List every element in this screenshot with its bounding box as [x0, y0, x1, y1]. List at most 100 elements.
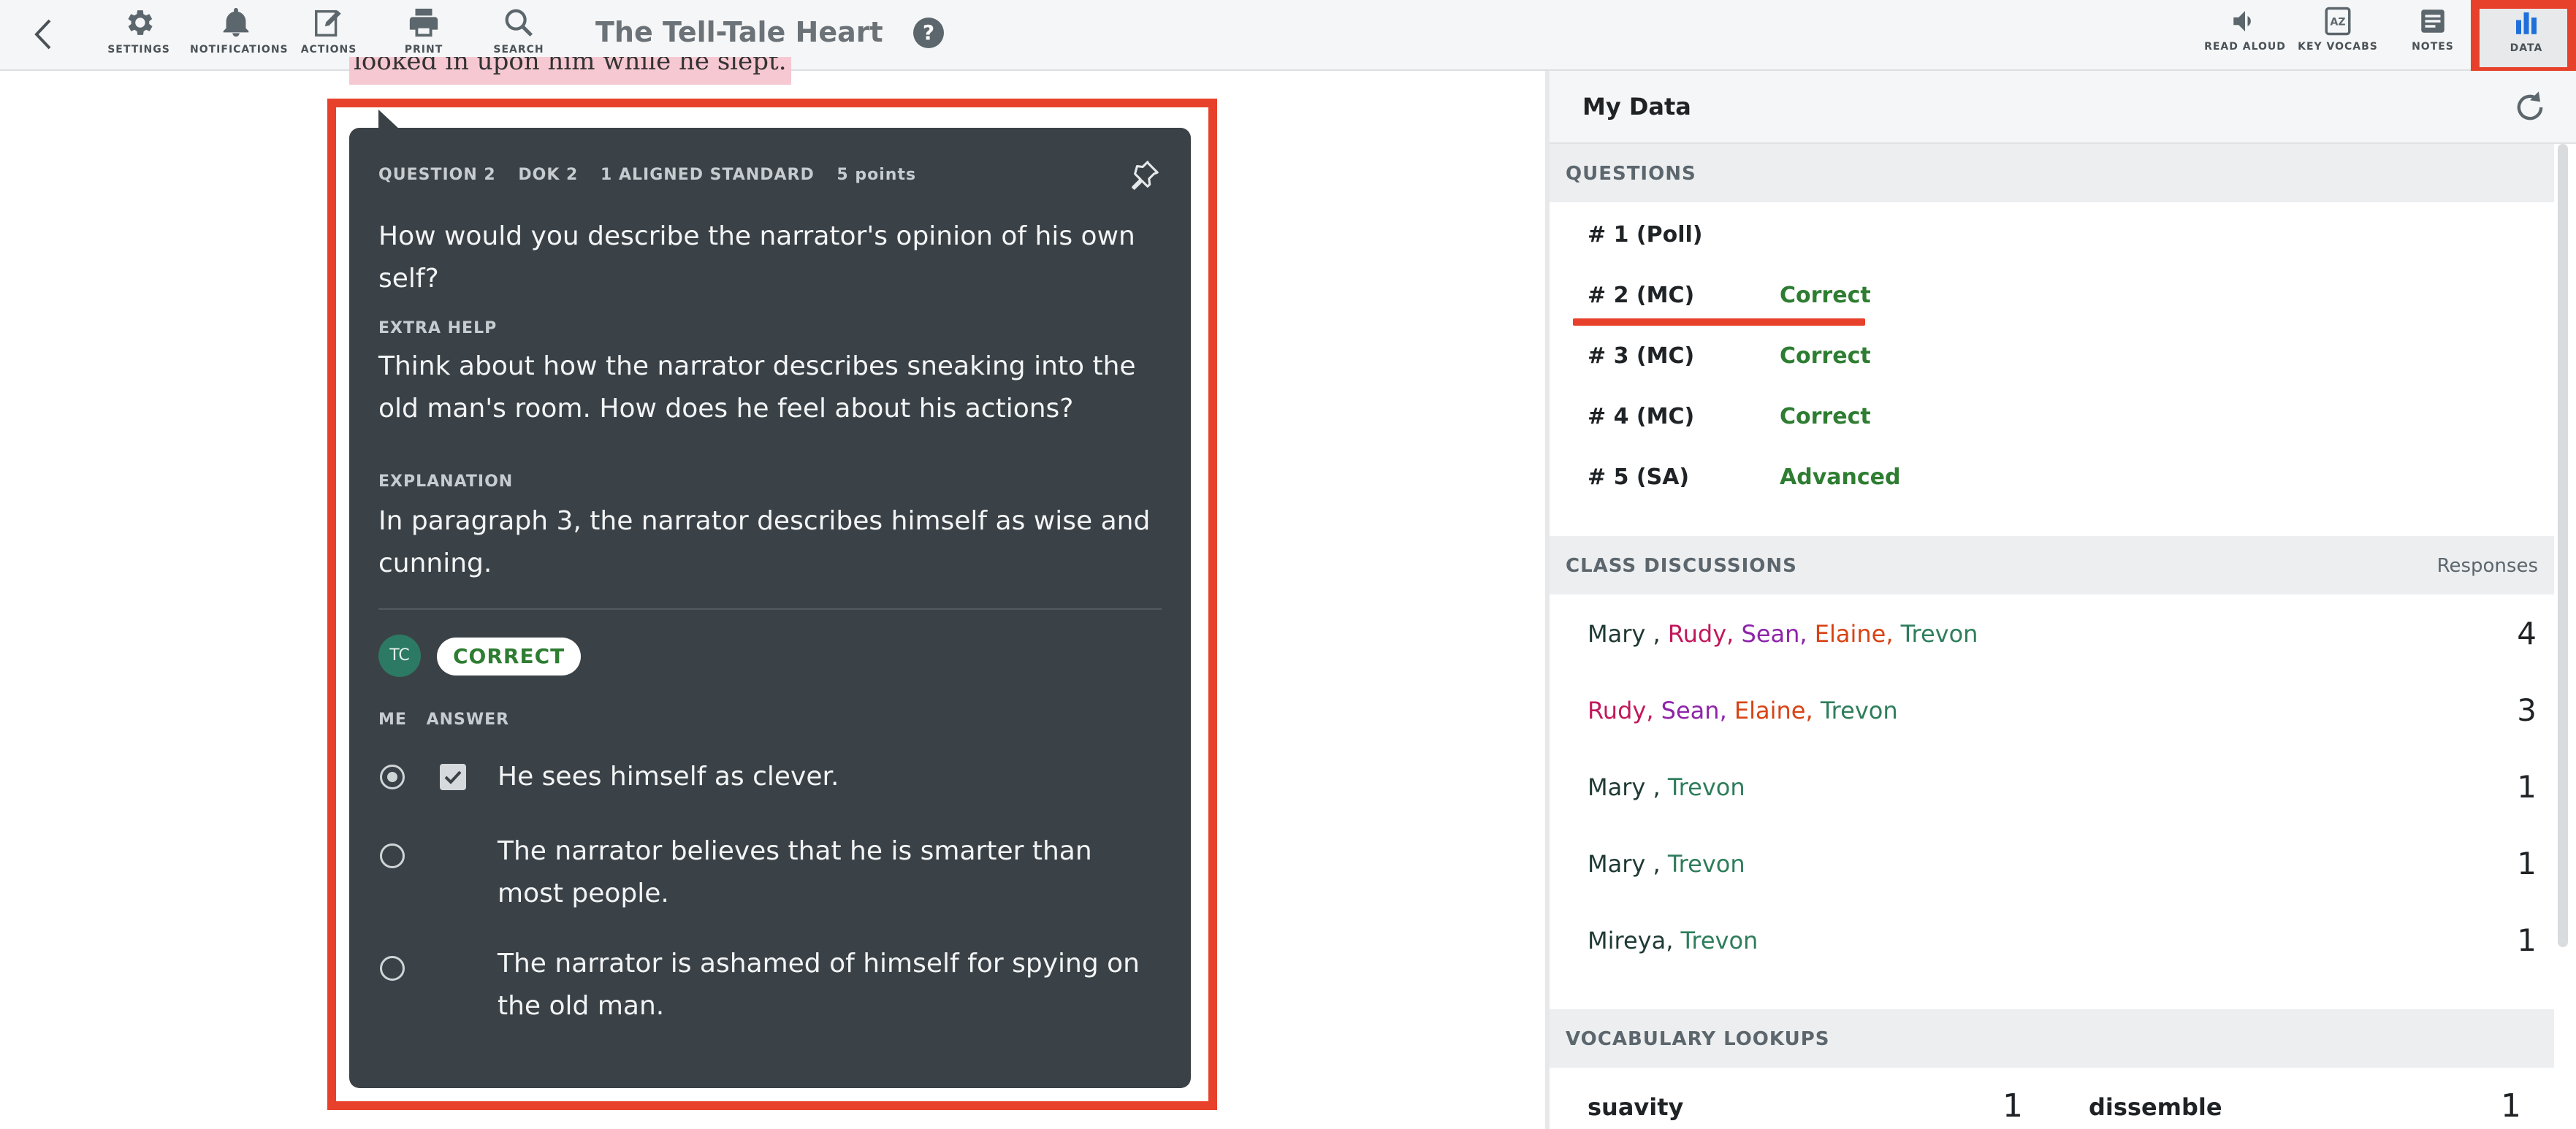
- actions-button[interactable]: ACTIONS: [285, 6, 373, 64]
- student-name: Sean,: [1741, 620, 1807, 648]
- student-name: Trevon: [1680, 927, 1758, 954]
- vocab-word[interactable]: suavity: [1588, 1093, 1683, 1121]
- student-name: Sean,: [1661, 697, 1727, 724]
- data-button-highlight: [2471, 0, 2576, 76]
- question-row-status: Correct: [1780, 343, 1871, 369]
- discussions-section-header: CLASS DISCUSSIONS Responses: [1550, 536, 2554, 594]
- question-prompt: How would you describe the narrator's op…: [378, 221, 1135, 294]
- avatar: TC: [378, 635, 421, 677]
- discussion-row[interactable]: Mary , Trevon: [1588, 850, 1745, 878]
- answer-column-label: ANSWER: [426, 711, 510, 729]
- printer-icon: [409, 8, 438, 37]
- question-row-name[interactable]: # 2 (MC): [1588, 283, 1694, 308]
- notifications-label: NOTIFICATIONS: [190, 44, 289, 56]
- discussion-row[interactable]: Mireya, Trevon: [1588, 927, 1758, 954]
- student-name: Elaine,: [1734, 697, 1813, 724]
- discussion-row[interactable]: Mary , Trevon: [1588, 773, 1745, 801]
- student-name: Trevon: [1667, 850, 1745, 878]
- responses-label: Responses: [2436, 555, 2538, 577]
- answer-option[interactable]: The narrator is ashamed of himself for s…: [498, 943, 1162, 1027]
- answer-columns-header: ME ANSWER: [378, 711, 522, 729]
- question-row-name[interactable]: # 5 (SA): [1588, 464, 1689, 490]
- panel-header: My Data: [1550, 71, 2576, 144]
- discussion-row[interactable]: Mary , Rudy, Sean, Elaine, Trevon: [1588, 620, 1978, 648]
- student-name: Trevon: [1900, 620, 1978, 648]
- svg-text:AZ: AZ: [2331, 16, 2346, 28]
- student-name: Mary ,: [1588, 773, 1661, 801]
- help-icon[interactable]: ?: [913, 18, 944, 48]
- question-dok: DOK 2: [518, 166, 579, 184]
- vocab-word[interactable]: dissemble: [2089, 1093, 2222, 1121]
- actions-label: ACTIONS: [300, 44, 357, 56]
- read-aloud-button[interactable]: READ ALOUD: [2201, 6, 2289, 64]
- question-number: QUESTION 2: [378, 166, 496, 184]
- answer-option[interactable]: He sees himself as clever.: [498, 756, 1162, 798]
- questions-label: QUESTIONS: [1566, 163, 1696, 185]
- highlighted-passage-text: looked in upon him while he slept.: [354, 57, 787, 76]
- vocab-count: 1: [2003, 1087, 2023, 1125]
- discussion-row[interactable]: Rudy, Sean, Elaine, Trevon: [1588, 697, 1898, 724]
- question-row-name[interactable]: # 4 (MC): [1588, 404, 1694, 429]
- response-count: 1: [2517, 846, 2537, 881]
- question-standards: 1 ALIGNED STANDARD: [601, 166, 815, 184]
- edit-icon: [315, 9, 341, 37]
- question-row-status: Correct: [1780, 404, 1871, 429]
- divider: [378, 608, 1162, 610]
- vocab-section-header: VOCABULARY LOOKUPS: [1550, 1009, 2554, 1068]
- settings-button[interactable]: SETTINGS: [95, 6, 183, 64]
- student-name: Mary ,: [1588, 620, 1661, 648]
- student-name: Trevon: [1820, 697, 1898, 724]
- me-column-label: ME: [378, 711, 407, 729]
- discussions-label: CLASS DISCUSSIONS: [1566, 555, 1797, 577]
- response-count: 4: [2517, 616, 2537, 651]
- highlighted-passage[interactable]: looked in upon him while he slept.: [349, 57, 791, 85]
- search-button[interactable]: SEARCH: [475, 6, 563, 64]
- student-name: Rudy,: [1667, 620, 1734, 648]
- question-2-underline: [1573, 318, 1865, 326]
- notes-button[interactable]: NOTES: [2389, 6, 2477, 64]
- response-count: 3: [2517, 692, 2537, 728]
- panel-scrollbar[interactable]: [2558, 144, 2568, 947]
- question-row-status: Correct: [1780, 283, 1871, 308]
- bell-icon: [223, 7, 248, 37]
- student-name: Elaine,: [1814, 620, 1894, 648]
- extra-help-text: Think about how the narrator describes s…: [378, 351, 1136, 424]
- student-name: Rudy,: [1588, 697, 1654, 724]
- print-button[interactable]: PRINT: [380, 6, 468, 64]
- card-notch: [378, 110, 400, 130]
- search-label: SEARCH: [493, 44, 544, 56]
- answer-radio[interactable]: [380, 956, 405, 981]
- pin-button[interactable]: [1128, 158, 1162, 192]
- pin-icon: [1132, 161, 1159, 190]
- question-row-name[interactable]: # 3 (MC): [1588, 343, 1694, 369]
- read-aloud-label: READ ALOUD: [2204, 41, 2286, 53]
- refresh-icon: [2517, 91, 2543, 120]
- vocab-label: VOCABULARY LOOKUPS: [1566, 1028, 1830, 1050]
- question-row-name[interactable]: # 1 (Poll): [1588, 222, 1703, 248]
- answer-option[interactable]: The narrator believes that he is smarter…: [498, 830, 1162, 915]
- questions-section-header: QUESTIONS: [1550, 144, 2554, 202]
- settings-label: SETTINGS: [107, 44, 170, 56]
- dictionary-icon: AZ: [2325, 7, 2351, 36]
- document-title: The Tell-Tale Heart: [595, 16, 883, 48]
- notifications-button[interactable]: NOTIFICATIONS: [190, 6, 289, 64]
- data-panel: My Data QUESTIONS # 1 (Poll) # 2 (MC) Co…: [1545, 71, 2576, 1129]
- response-count: 1: [2517, 769, 2537, 805]
- refresh-button[interactable]: [2511, 88, 2549, 126]
- answer-radio-selected[interactable]: [380, 765, 405, 789]
- explanation-label: EXPLANATION: [378, 472, 514, 491]
- question-points: 5 points: [837, 166, 917, 184]
- response-count: 1: [2517, 922, 2537, 958]
- question-card: QUESTION 2 DOK 2 1 ALIGNED STANDARD 5 po…: [349, 128, 1191, 1088]
- answer-radio[interactable]: [380, 843, 405, 868]
- back-button[interactable]: [26, 16, 63, 53]
- chevron-left-icon: [34, 19, 51, 50]
- panel-title: My Data: [1582, 93, 1691, 120]
- student-name: Trevon: [1667, 773, 1745, 801]
- print-label: PRINT: [404, 44, 443, 56]
- question-row-status: Advanced: [1780, 464, 1901, 490]
- notes-icon: [2421, 9, 2444, 33]
- speaker-icon: [2233, 11, 2251, 31]
- key-vocabs-button[interactable]: AZ KEY VOCABS: [2294, 6, 2382, 64]
- explanation-text: In paragraph 3, the narrator describes h…: [378, 506, 1151, 578]
